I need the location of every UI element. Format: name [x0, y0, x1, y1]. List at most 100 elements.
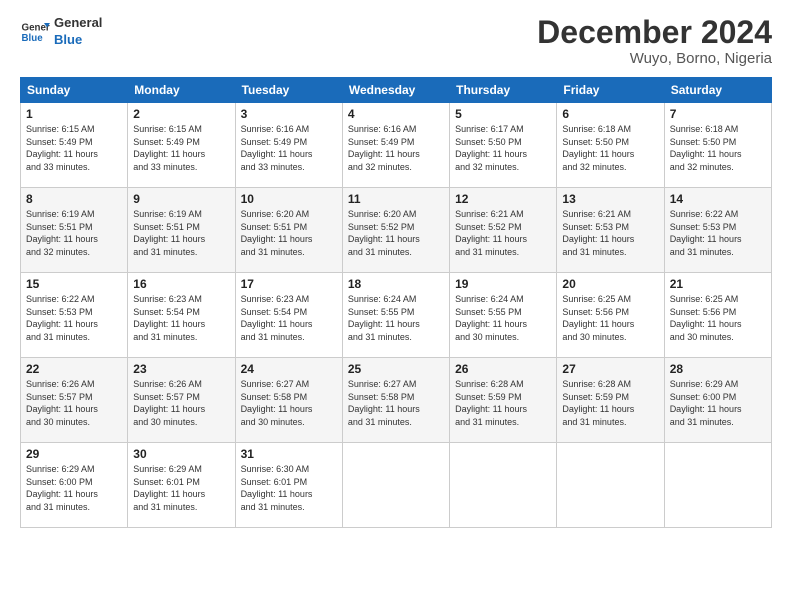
day-number: 10 — [241, 192, 337, 206]
day-info: Sunrise: 6:18 AMSunset: 5:50 PMDaylight:… — [670, 123, 766, 173]
day-cell-18: 18 Sunrise: 6:24 AMSunset: 5:55 PMDayligh… — [342, 273, 449, 358]
day-info: Sunrise: 6:26 AMSunset: 5:57 PMDaylight:… — [133, 378, 229, 428]
day-info: Sunrise: 6:17 AMSunset: 5:50 PMDaylight:… — [455, 123, 551, 173]
empty-cell — [664, 443, 771, 528]
day-info: Sunrise: 6:25 AMSunset: 5:56 PMDaylight:… — [562, 293, 658, 343]
logo: General Blue General Blue — [20, 15, 102, 49]
day-number: 7 — [670, 107, 766, 121]
week-row-1: 1 Sunrise: 6:15 AMSunset: 5:49 PMDaylight… — [21, 103, 772, 188]
calendar-table: SundayMondayTuesdayWednesdayThursdayFrid… — [20, 77, 772, 528]
logo-icon: General Blue — [20, 17, 50, 47]
weekday-header-sunday: Sunday — [21, 78, 128, 103]
day-info: Sunrise: 6:30 AMSunset: 6:01 PMDaylight:… — [241, 463, 337, 513]
day-number: 22 — [26, 362, 122, 376]
day-cell-16: 16 Sunrise: 6:23 AMSunset: 5:54 PMDayligh… — [128, 273, 235, 358]
day-number: 12 — [455, 192, 551, 206]
day-info: Sunrise: 6:20 AMSunset: 5:51 PMDaylight:… — [241, 208, 337, 258]
day-info: Sunrise: 6:19 AMSunset: 5:51 PMDaylight:… — [133, 208, 229, 258]
day-info: Sunrise: 6:21 AMSunset: 5:52 PMDaylight:… — [455, 208, 551, 258]
week-row-4: 22 Sunrise: 6:26 AMSunset: 5:57 PMDayligh… — [21, 358, 772, 443]
day-info: Sunrise: 6:27 AMSunset: 5:58 PMDaylight:… — [241, 378, 337, 428]
day-info: Sunrise: 6:24 AMSunset: 5:55 PMDaylight:… — [348, 293, 444, 343]
day-cell-15: 15Sunrise: 6:22 AMSunset: 5:53 PMDayligh… — [21, 273, 128, 358]
day-cell-31: 31 Sunrise: 6:30 AMSunset: 6:01 PMDayligh… — [235, 443, 342, 528]
day-number: 19 — [455, 277, 551, 291]
day-number: 14 — [670, 192, 766, 206]
empty-cell — [450, 443, 557, 528]
title-block: December 2024 Wuyo, Borno, Nigeria — [537, 15, 772, 67]
empty-cell — [557, 443, 664, 528]
day-info: Sunrise: 6:26 AMSunset: 5:57 PMDaylight:… — [26, 378, 122, 428]
day-info: Sunrise: 6:21 AMSunset: 5:53 PMDaylight:… — [562, 208, 658, 258]
week-row-2: 8 Sunrise: 6:19 AMSunset: 5:51 PMDaylight… — [21, 188, 772, 273]
day-number: 31 — [241, 447, 337, 461]
svg-text:Blue: Blue — [22, 33, 44, 44]
day-cell-10: 10 Sunrise: 6:20 AMSunset: 5:51 PMDayligh… — [235, 188, 342, 273]
day-number: 6 — [562, 107, 658, 121]
day-info: Sunrise: 6:24 AMSunset: 5:55 PMDaylight:… — [455, 293, 551, 343]
week-row-3: 15Sunrise: 6:22 AMSunset: 5:53 PMDayligh… — [21, 273, 772, 358]
day-number: 25 — [348, 362, 444, 376]
day-number: 4 — [348, 107, 444, 121]
day-cell-26: 26 Sunrise: 6:28 AMSunset: 5:59 PMDayligh… — [450, 358, 557, 443]
location-subtitle: Wuyo, Borno, Nigeria — [537, 50, 772, 67]
day-number: 24 — [241, 362, 337, 376]
day-number: 26 — [455, 362, 551, 376]
day-cell-29: 29Sunrise: 6:29 AMSunset: 6:00 PMDayligh… — [21, 443, 128, 528]
logo-general: General — [54, 15, 102, 32]
day-cell-2: 2Sunrise: 6:15 AMSunset: 5:49 PMDaylight… — [128, 103, 235, 188]
day-info: Sunrise: 6:22 AMSunset: 5:53 PMDaylight:… — [26, 293, 122, 343]
day-info: Sunrise: 6:20 AMSunset: 5:52 PMDaylight:… — [348, 208, 444, 258]
day-cell-5: 5Sunrise: 6:17 AMSunset: 5:50 PMDaylight… — [450, 103, 557, 188]
weekday-header-monday: Monday — [128, 78, 235, 103]
day-number: 18 — [348, 277, 444, 291]
day-info: Sunrise: 6:23 AMSunset: 5:54 PMDaylight:… — [133, 293, 229, 343]
day-info: Sunrise: 6:25 AMSunset: 5:56 PMDaylight:… — [670, 293, 766, 343]
day-info: Sunrise: 6:23 AMSunset: 5:54 PMDaylight:… — [241, 293, 337, 343]
day-number: 13 — [562, 192, 658, 206]
day-number: 23 — [133, 362, 229, 376]
day-info: Sunrise: 6:27 AMSunset: 5:58 PMDaylight:… — [348, 378, 444, 428]
weekday-header-wednesday: Wednesday — [342, 78, 449, 103]
day-info: Sunrise: 6:19 AMSunset: 5:51 PMDaylight:… — [26, 208, 122, 258]
week-row-5: 29Sunrise: 6:29 AMSunset: 6:00 PMDayligh… — [21, 443, 772, 528]
day-cell-17: 17Sunrise: 6:23 AMSunset: 5:54 PMDayligh… — [235, 273, 342, 358]
weekday-header-friday: Friday — [557, 78, 664, 103]
day-cell-23: 23 Sunrise: 6:26 AMSunset: 5:57 PMDayligh… — [128, 358, 235, 443]
day-number: 21 — [670, 277, 766, 291]
day-info: Sunrise: 6:22 AMSunset: 5:53 PMDaylight:… — [670, 208, 766, 258]
month-title: December 2024 — [537, 15, 772, 50]
day-cell-19: 19 Sunrise: 6:24 AMSunset: 5:55 PMDayligh… — [450, 273, 557, 358]
day-number: 27 — [562, 362, 658, 376]
day-number: 1 — [26, 107, 122, 121]
day-cell-1: 1Sunrise: 6:15 AMSunset: 5:49 PMDaylight… — [21, 103, 128, 188]
logo-blue: Blue — [54, 32, 102, 49]
day-cell-21: 21 Sunrise: 6:25 AMSunset: 5:56 PMDayligh… — [664, 273, 771, 358]
day-cell-20: 20Sunrise: 6:25 AMSunset: 5:56 PMDayligh… — [557, 273, 664, 358]
day-info: Sunrise: 6:29 AMSunset: 6:00 PMDaylight:… — [670, 378, 766, 428]
day-info: Sunrise: 6:18 AMSunset: 5:50 PMDaylight:… — [562, 123, 658, 173]
day-cell-28: 28Sunrise: 6:29 AMSunset: 6:00 PMDayligh… — [664, 358, 771, 443]
page: General Blue General Blue December 2024 … — [0, 0, 792, 612]
day-number: 16 — [133, 277, 229, 291]
weekday-header-row: SundayMondayTuesdayWednesdayThursdayFrid… — [21, 78, 772, 103]
day-cell-8: 8 Sunrise: 6:19 AMSunset: 5:51 PMDaylight… — [21, 188, 128, 273]
day-number: 3 — [241, 107, 337, 121]
day-cell-13: 13 Sunrise: 6:21 AMSunset: 5:53 PMDayligh… — [557, 188, 664, 273]
day-cell-25: 25 Sunrise: 6:27 AMSunset: 5:58 PMDayligh… — [342, 358, 449, 443]
day-info: Sunrise: 6:29 AMSunset: 6:00 PMDaylight:… — [26, 463, 122, 513]
header: General Blue General Blue December 2024 … — [20, 15, 772, 67]
weekday-header-tuesday: Tuesday — [235, 78, 342, 103]
day-number: 8 — [26, 192, 122, 206]
day-cell-22: 22 Sunrise: 6:26 AMSunset: 5:57 PMDayligh… — [21, 358, 128, 443]
empty-cell — [342, 443, 449, 528]
day-cell-11: 11Sunrise: 6:20 AMSunset: 5:52 PMDayligh… — [342, 188, 449, 273]
day-cell-27: 27Sunrise: 6:28 AMSunset: 5:59 PMDayligh… — [557, 358, 664, 443]
day-info: Sunrise: 6:15 AMSunset: 5:49 PMDaylight:… — [133, 123, 229, 173]
weekday-header-saturday: Saturday — [664, 78, 771, 103]
weekday-header-thursday: Thursday — [450, 78, 557, 103]
day-info: Sunrise: 6:28 AMSunset: 5:59 PMDaylight:… — [455, 378, 551, 428]
day-info: Sunrise: 6:16 AMSunset: 5:49 PMDaylight:… — [241, 123, 337, 173]
day-cell-9: 9Sunrise: 6:19 AMSunset: 5:51 PMDaylight… — [128, 188, 235, 273]
day-cell-12: 12 Sunrise: 6:21 AMSunset: 5:52 PMDayligh… — [450, 188, 557, 273]
